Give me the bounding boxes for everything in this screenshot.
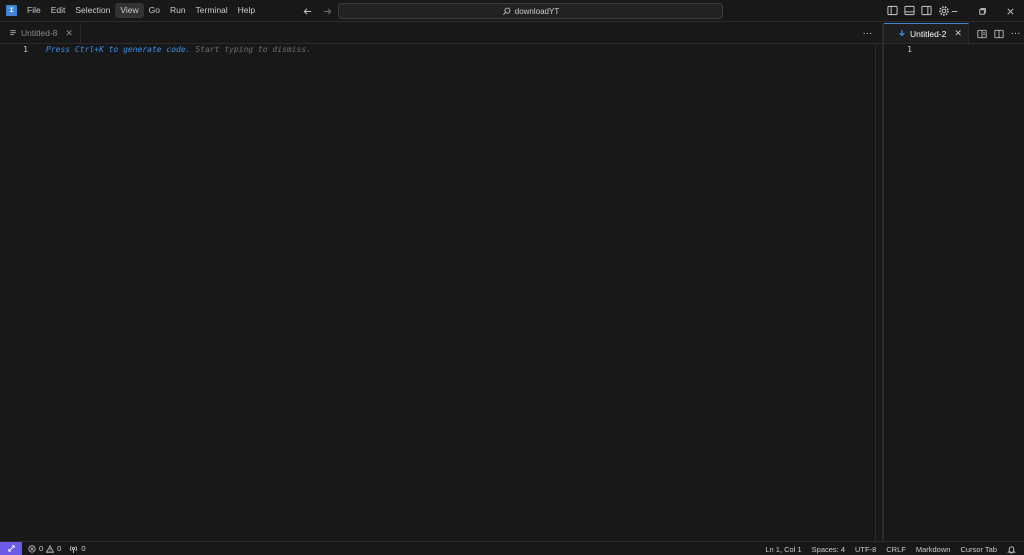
tab-label: Untitled-2 — [910, 28, 947, 39]
menu-bar: File Edit Selection View Go Run Terminal… — [22, 3, 260, 18]
editor-actions-right: ··· — [975, 27, 1022, 40]
indentation-setting[interactable]: Spaces: 4 — [812, 545, 845, 554]
tab-label: Untitled-8 — [21, 28, 58, 38]
tab-untitled-2[interactable]: Untitled-2 ✕ — [884, 23, 969, 43]
window-controls — [940, 0, 1024, 22]
hint-shortcut-text: Press Ctrl+K to generate code. — [46, 45, 191, 54]
cursor-tab-status[interactable]: Cursor Tab — [960, 545, 997, 554]
close-window-icon[interactable] — [996, 0, 1024, 22]
menu-help[interactable]: Help — [233, 3, 260, 18]
menu-terminal[interactable]: Terminal — [191, 3, 233, 18]
menu-edit[interactable]: Edit — [46, 3, 71, 18]
navigation-arrows — [300, 4, 334, 18]
open-preview-icon[interactable] — [975, 27, 988, 40]
cursor-position[interactable]: Ln 1, Col 1 — [765, 545, 801, 554]
status-right: Ln 1, Col 1 Spaces: 4 UTF-8 CRLF Markdow… — [765, 542, 1016, 555]
broadcast-icon — [69, 545, 78, 553]
editor-tab-bar: Untitled-8 ✕ ··· — [0, 23, 882, 44]
close-tab-icon[interactable]: ✕ — [65, 28, 73, 39]
more-actions-icon[interactable]: ··· — [1009, 27, 1022, 40]
more-actions-icon[interactable]: ··· — [861, 27, 874, 40]
tab-untitled-8[interactable]: Untitled-8 ✕ — [0, 23, 81, 43]
app-logo: ⌶ — [6, 5, 17, 16]
error-count: 0 — [39, 544, 44, 553]
end-of-line-sequence[interactable]: CRLF — [886, 545, 906, 554]
line-number: 1 — [23, 45, 28, 54]
warning-icon — [46, 544, 55, 553]
warning-count: 0 — [57, 544, 62, 553]
notifications-bell-icon[interactable] — [1007, 545, 1016, 554]
menu-go[interactable]: Go — [144, 3, 165, 18]
forward-arrow-icon[interactable] — [320, 4, 334, 18]
status-bar: 0 0 0 Ln 1, Col 1 Spaces: 4 UTF-8 CRLF M… — [0, 541, 1024, 555]
line-number: 1 — [907, 45, 912, 54]
editor-text-area-right[interactable]: 1 — [884, 44, 1024, 541]
editor-group-right: Untitled-2 ✕ ··· 1 — [884, 23, 1024, 541]
generate-code-hint: Press Ctrl+K to generate code. Start typ… — [46, 45, 311, 54]
menu-selection[interactable]: Selection — [70, 3, 115, 18]
minimize-icon[interactable] — [940, 0, 968, 22]
toggle-secondary-sidebar-icon[interactable] — [920, 4, 933, 17]
editor-text-area[interactable]: 1 Press Ctrl+K to generate code. Start t… — [0, 44, 882, 541]
markdown-file-icon — [898, 29, 906, 38]
menu-file[interactable]: File — [22, 3, 46, 18]
hint-dismiss-text: Start typing to dismiss. — [190, 45, 311, 54]
text-file-icon — [9, 29, 17, 37]
back-arrow-icon[interactable] — [300, 4, 314, 18]
ports-count: 0 — [81, 544, 86, 553]
file-encoding[interactable]: UTF-8 — [855, 545, 876, 554]
menu-view[interactable]: View — [115, 3, 144, 18]
language-mode[interactable]: Markdown — [916, 545, 951, 554]
editor-group-left: Untitled-8 ✕ ··· 1 Press Ctrl+K to gener… — [0, 23, 882, 541]
split-editor-icon[interactable] — [992, 27, 1005, 40]
search-icon — [502, 7, 511, 16]
remote-indicator-icon[interactable] — [0, 541, 22, 555]
command-center-search[interactable]: downloadYT — [338, 3, 723, 19]
problems-indicator[interactable]: 0 0 — [28, 544, 61, 553]
close-tab-icon[interactable]: ✕ — [954, 28, 962, 39]
vertical-scrollbar[interactable] — [875, 44, 876, 541]
menu-run[interactable]: Run — [165, 3, 191, 18]
ports-indicator[interactable]: 0 — [69, 544, 86, 553]
title-bar: ⌶ File Edit Selection View Go Run Termin… — [0, 0, 1024, 22]
error-icon — [28, 544, 36, 553]
toggle-primary-sidebar-icon[interactable] — [886, 4, 899, 17]
editor-actions: ··· — [861, 27, 874, 40]
status-left: 0 0 0 — [28, 544, 86, 553]
toggle-panel-icon[interactable] — [903, 4, 916, 17]
editor-tab-bar-right: Untitled-2 ✕ ··· — [884, 23, 1024, 44]
command-center-label: downloadYT — [514, 6, 560, 16]
restore-icon[interactable] — [968, 0, 996, 22]
